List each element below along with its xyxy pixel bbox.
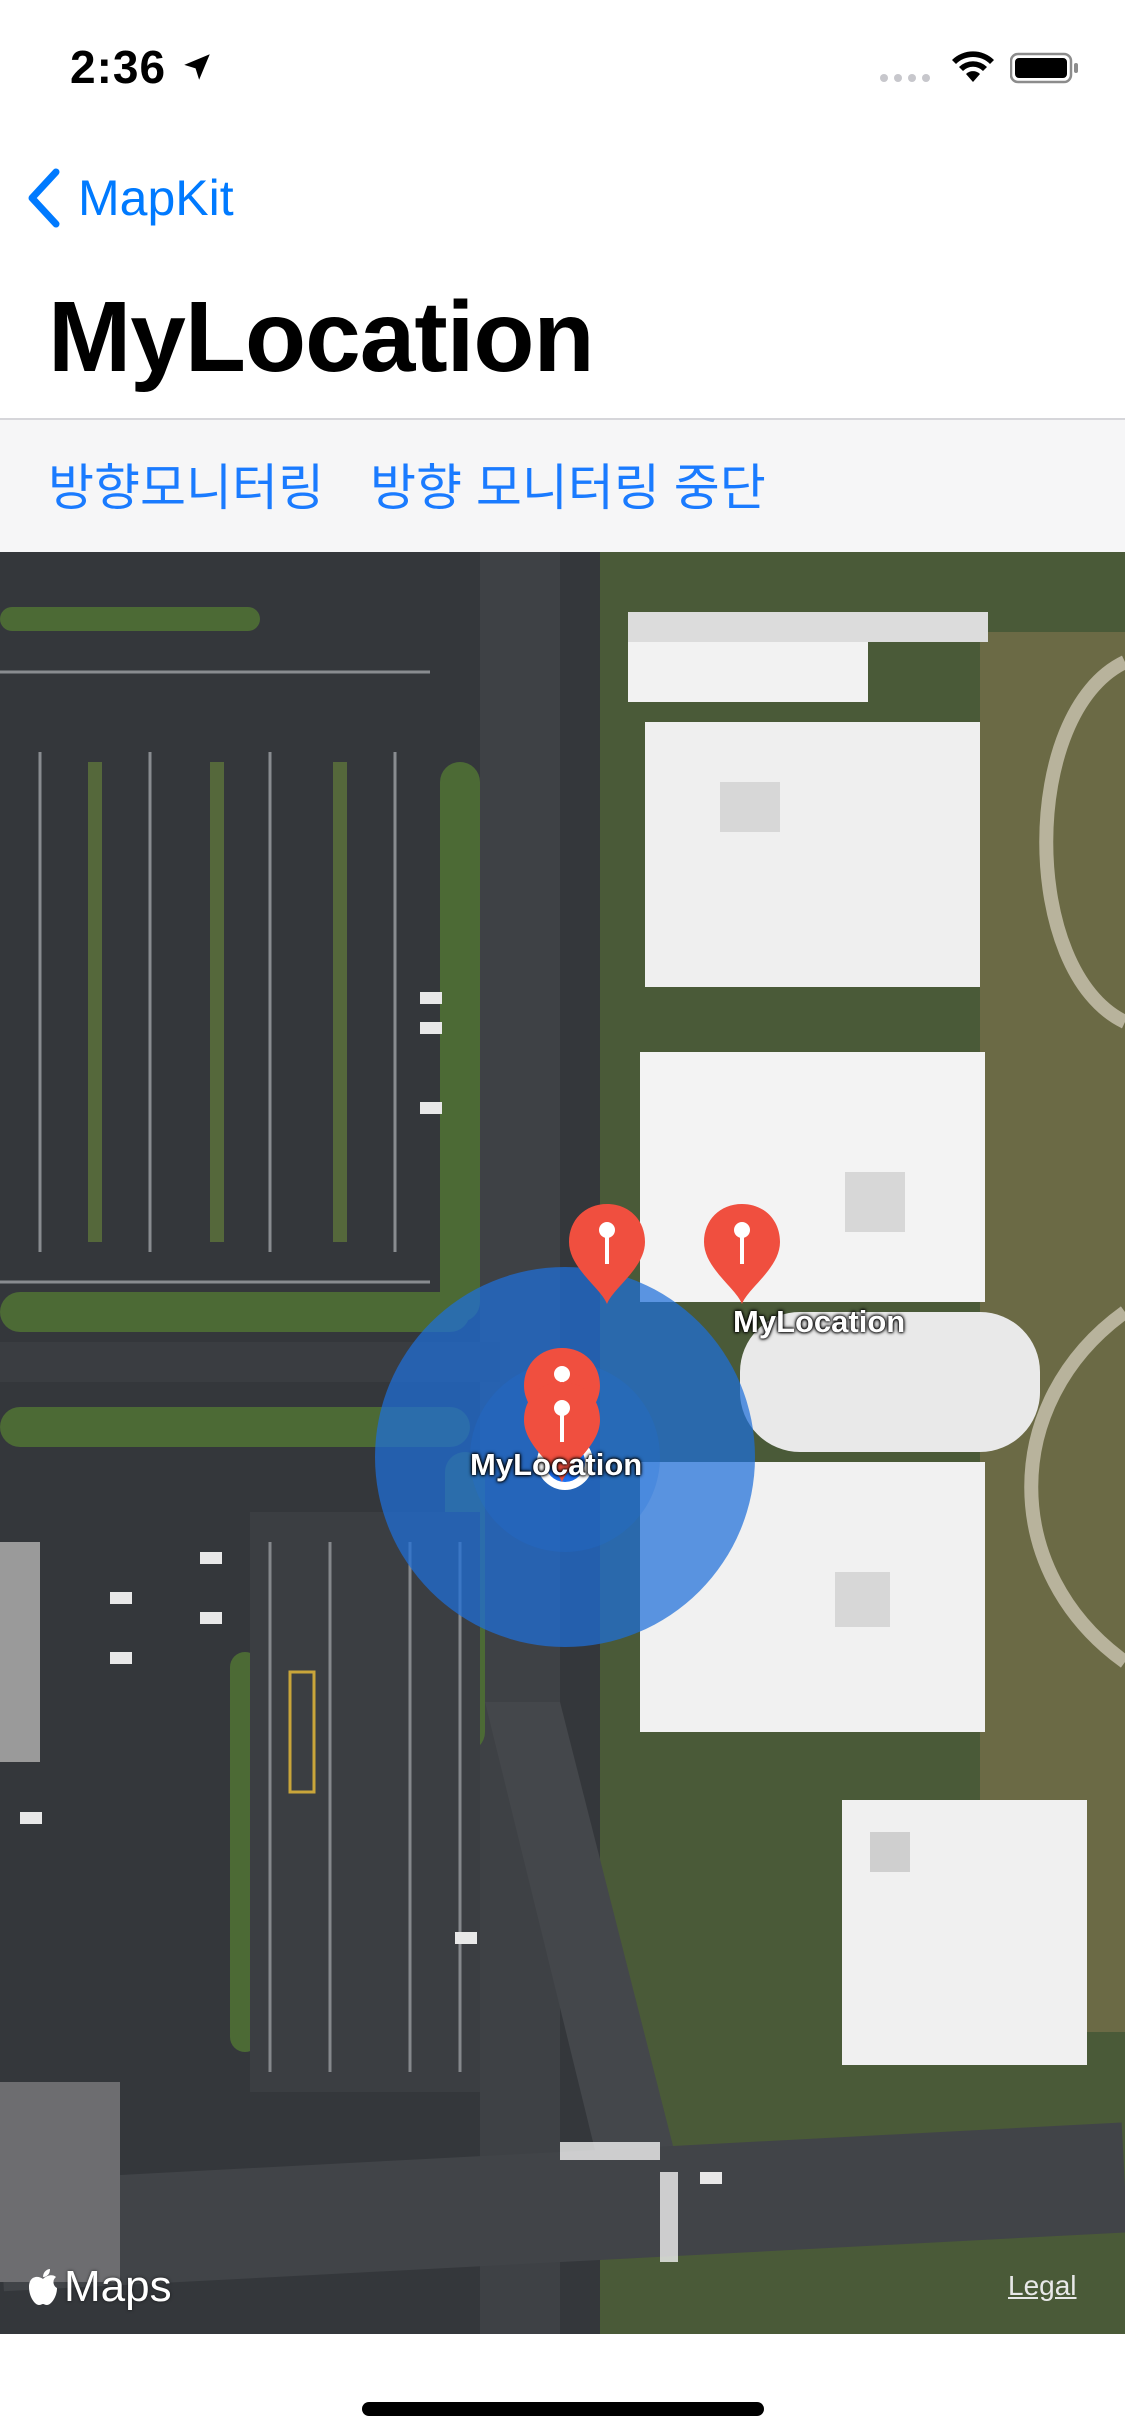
back-button-label: MapKit [78,170,234,226]
map-pin-icon[interactable] [565,1200,649,1308]
wifi-icon [952,51,994,82]
home-indicator[interactable] [362,2402,764,2416]
maps-attribution: Maps [26,2262,172,2312]
pin-label: MyLocation [470,1447,643,1482]
stop-heading-monitoring-button[interactable]: 방향 모니터링 중단 [370,448,766,520]
map-pin-icon[interactable] [700,1200,784,1308]
maps-attribution-label: Maps [64,2262,172,2311]
apple-logo-icon [29,2269,57,2305]
chevron-left-icon [28,168,60,228]
status-time: 2:36 [70,41,167,93]
status-bar: 2:36 [0,0,1125,132]
battery-icon [1010,52,1078,84]
start-heading-monitoring-button[interactable]: 방향모니터링 [48,448,324,520]
satellite-map-view[interactable]: MyLocation MyLocation Maps Legal [0,552,1125,2334]
location-arrow-icon [184,54,210,80]
back-button[interactable]: MapKit [24,160,234,236]
legal-link[interactable]: Legal [1008,2270,1077,2302]
page-title: MyLocation [48,281,595,393]
heading-toolbar: 방향모니터링 방향 모니터링 중단 [0,420,1125,552]
home-indicator-area [0,2334,1125,2436]
cellular-signal-icon [880,72,936,84]
pin-label: MyLocation [733,1304,906,1339]
